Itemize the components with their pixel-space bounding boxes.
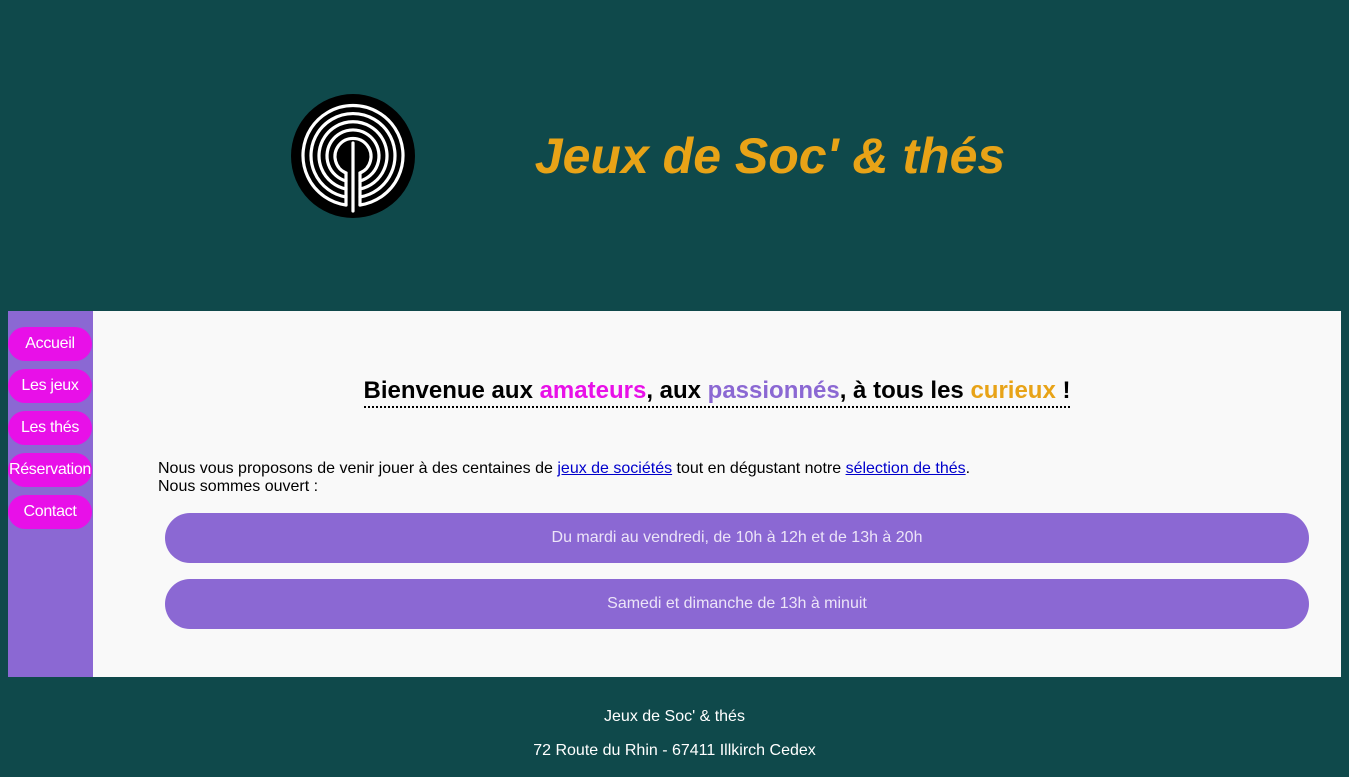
intro-text3: . xyxy=(965,460,971,477)
welcome-word-curieux: curieux xyxy=(970,377,1056,404)
footer-name: Jeux de Soc' & thés xyxy=(0,708,1349,726)
welcome-part2: , aux xyxy=(646,377,708,404)
labyrinth-logo-icon xyxy=(291,94,415,218)
main-content: Bienvenue aux amateurs, aux passionnés, … xyxy=(93,311,1341,677)
footer-address-text: 72 Route du Rhin - 67411 Illkirch Cedex xyxy=(533,742,816,759)
nav-item-les-jeux[interactable]: Les jeux xyxy=(8,369,92,403)
footer-address: 72 Route du Rhin - 67411 Illkirch Cedex xyxy=(0,742,1349,760)
site-header: Jeux de Soc' & thés xyxy=(0,0,1349,311)
nav-item-accueil[interactable]: Accueil xyxy=(8,327,92,361)
nav-item-contact[interactable]: Contact xyxy=(8,495,92,529)
welcome-heading: Bienvenue aux amateurs, aux passionnés, … xyxy=(93,377,1341,408)
welcome-part4: ! xyxy=(1055,377,1071,404)
welcome-word-passionnes: passionnés xyxy=(707,377,840,404)
footer-name-text: Jeux de Soc' & thés xyxy=(604,708,745,725)
site-title: Jeux de Soc' & thés xyxy=(534,128,1006,184)
welcome-word-amateurs: amateurs xyxy=(539,377,647,404)
intro-opening-line: Nous sommes ouvert : xyxy=(158,478,319,495)
welcome-part3: , à tous les xyxy=(839,377,971,404)
opening-hours-weekend: Samedi et dimanche de 13h à minuit xyxy=(165,579,1309,629)
main-area: Accueil Les jeux Les thés Réservation Co… xyxy=(8,311,1341,677)
intro-text1: Nous vous proposons de venir jouer à des… xyxy=(158,460,558,477)
welcome-part1: Bienvenue aux xyxy=(363,377,540,404)
nav-item-les-thes[interactable]: Les thés xyxy=(8,411,92,445)
site-footer: Jeux de Soc' & thés 72 Route du Rhin - 6… xyxy=(0,677,1349,777)
welcome-text: Bienvenue aux amateurs, aux passionnés, … xyxy=(363,377,1071,408)
opening-hours-weekdays: Du mardi au vendredi, de 10h à 12h et de… xyxy=(165,513,1309,563)
intro-text2: tout en dégustant notre xyxy=(672,460,846,477)
intro-paragraph: Nous vous proposons de venir jouer à des… xyxy=(158,460,970,496)
sidebar-nav: Accueil Les jeux Les thés Réservation Co… xyxy=(8,311,93,677)
nav-item-reservation[interactable]: Réservation xyxy=(8,453,92,487)
link-jeux-de-societes[interactable]: jeux de sociétés xyxy=(557,460,672,477)
link-selection-de-thes[interactable]: sélection de thés xyxy=(846,460,966,477)
